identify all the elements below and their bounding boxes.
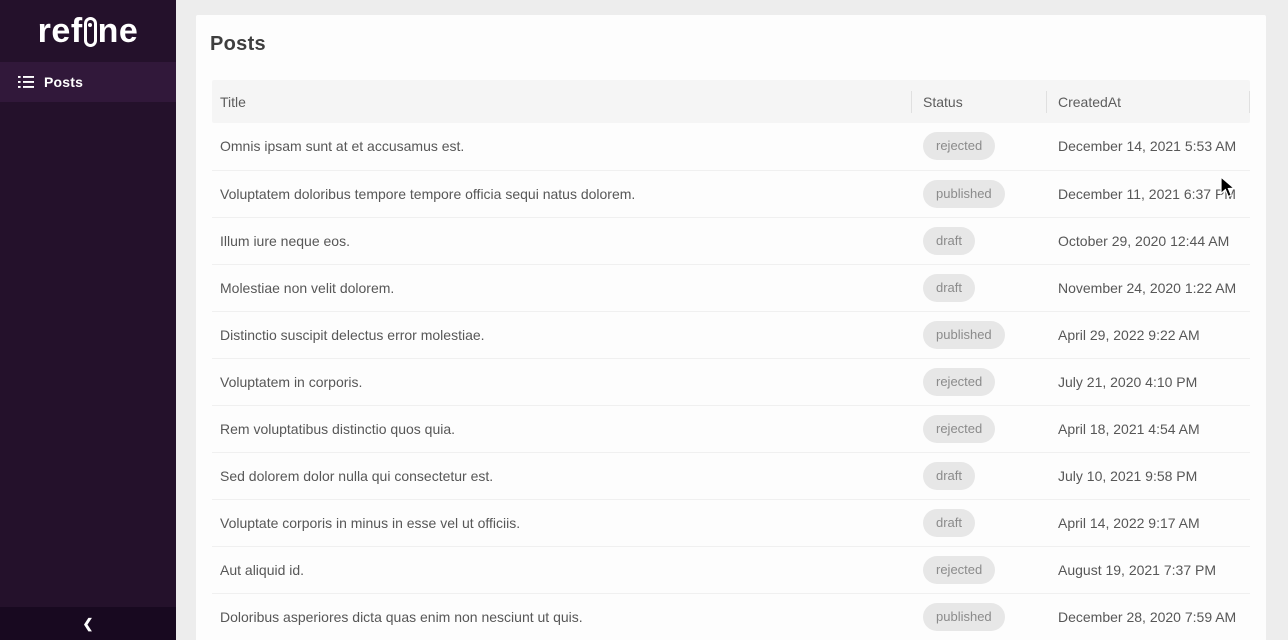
- table-row[interactable]: Voluptatem doloribus tempore tempore off…: [212, 170, 1250, 217]
- table-row[interactable]: Aut aliquid id. rejected August 19, 2021…: [212, 546, 1250, 593]
- sidebar-collapse-button[interactable]: ❮: [0, 607, 176, 640]
- cell-status: rejected: [915, 123, 1050, 170]
- sidebar-item-label: Posts: [44, 74, 83, 90]
- table-row[interactable]: Voluptatem in corporis. rejected July 21…: [212, 358, 1250, 405]
- main-content: Posts Title Status CreatedAt: [176, 0, 1288, 640]
- column-header-title[interactable]: Title: [212, 80, 915, 123]
- cell-createdat: November 24, 2020 1:22 AM: [1050, 264, 1250, 311]
- status-badge: draft: [923, 509, 975, 537]
- table-row[interactable]: Molestiae non velit dolorem. draft Novem…: [212, 264, 1250, 311]
- column-header-createdat[interactable]: CreatedAt: [1050, 80, 1250, 123]
- refine-logo: refne: [38, 14, 139, 48]
- cell-status: draft: [915, 264, 1050, 311]
- status-badge: rejected: [923, 132, 995, 160]
- cell-title: Molestiae non velit dolorem.: [212, 264, 915, 311]
- cell-createdat: July 10, 2021 9:58 PM: [1050, 452, 1250, 499]
- table-header-row: Title Status CreatedAt: [212, 80, 1250, 123]
- chevron-left-icon: ❮: [83, 617, 94, 630]
- cell-title: Voluptatem doloribus tempore tempore off…: [212, 170, 915, 217]
- cell-status: rejected: [915, 546, 1050, 593]
- table-row[interactable]: Doloribus asperiores dicta quas enim non…: [212, 593, 1250, 640]
- sidebar: refne Posts ❮: [0, 0, 176, 640]
- posts-card: Posts Title Status CreatedAt: [196, 15, 1266, 640]
- cell-createdat: October 29, 2020 12:44 AM: [1050, 217, 1250, 264]
- logo-text-left: ref: [38, 14, 83, 48]
- cell-status: rejected: [915, 405, 1050, 452]
- cell-title: Doloribus asperiores dicta quas enim non…: [212, 593, 915, 640]
- table-row[interactable]: Voluptate corporis in minus in esse vel …: [212, 499, 1250, 546]
- unordered-list-icon: [18, 74, 34, 90]
- sidebar-item-posts[interactable]: Posts: [0, 62, 176, 102]
- cell-title: Aut aliquid id.: [212, 546, 915, 593]
- posts-table: Title Status CreatedAt Omnis ipsam sunt …: [212, 80, 1250, 640]
- cell-title: Rem voluptatibus distinctio quos quia.: [212, 405, 915, 452]
- status-badge: draft: [923, 462, 975, 490]
- status-badge: rejected: [923, 368, 995, 396]
- logo-pin-icon: [84, 17, 97, 47]
- status-badge: published: [923, 180, 1005, 208]
- cell-title: Illum iure neque eos.: [212, 217, 915, 264]
- status-badge: draft: [923, 274, 975, 302]
- cell-title: Omnis ipsam sunt at et accusamus est.: [212, 123, 915, 170]
- cell-createdat: December 28, 2020 7:59 AM: [1050, 593, 1250, 640]
- logo-text-right: ne: [98, 14, 139, 48]
- cell-title: Sed dolorem dolor nulla qui consectetur …: [212, 452, 915, 499]
- cell-createdat: April 29, 2022 9:22 AM: [1050, 311, 1250, 358]
- cell-status: published: [915, 311, 1050, 358]
- cell-createdat: December 11, 2021 6:37 PM: [1050, 170, 1250, 217]
- table-row[interactable]: Omnis ipsam sunt at et accusamus est. re…: [212, 123, 1250, 170]
- cell-createdat: April 14, 2022 9:17 AM: [1050, 499, 1250, 546]
- cell-title: Voluptate corporis in minus in esse vel …: [212, 499, 915, 546]
- cell-status: published: [915, 170, 1050, 217]
- status-badge: draft: [923, 227, 975, 255]
- app-logo[interactable]: refne: [0, 0, 176, 62]
- column-header-status[interactable]: Status: [915, 80, 1050, 123]
- cell-createdat: July 21, 2020 4:10 PM: [1050, 358, 1250, 405]
- table-row[interactable]: Distinctio suscipit delectus error moles…: [212, 311, 1250, 358]
- sidebar-menu: Posts: [0, 62, 176, 607]
- cell-title: Distinctio suscipit delectus error moles…: [212, 311, 915, 358]
- status-badge: rejected: [923, 556, 995, 584]
- cell-createdat: April 18, 2021 4:54 AM: [1050, 405, 1250, 452]
- cell-status: draft: [915, 452, 1050, 499]
- status-badge: published: [923, 321, 1005, 349]
- cell-status: published: [915, 593, 1050, 640]
- table-row[interactable]: Sed dolorem dolor nulla qui consectetur …: [212, 452, 1250, 499]
- table-row[interactable]: Illum iure neque eos. draft October 29, …: [212, 217, 1250, 264]
- page-title: Posts: [210, 33, 1250, 56]
- table-body: Omnis ipsam sunt at et accusamus est. re…: [212, 123, 1250, 640]
- cell-status: rejected: [915, 358, 1050, 405]
- cell-title: Voluptatem in corporis.: [212, 358, 915, 405]
- status-badge: rejected: [923, 415, 995, 443]
- status-badge: published: [923, 603, 1005, 631]
- table-row[interactable]: Rem voluptatibus distinctio quos quia. r…: [212, 405, 1250, 452]
- cell-createdat: December 14, 2021 5:53 AM: [1050, 123, 1250, 170]
- cell-createdat: August 19, 2021 7:37 PM: [1050, 546, 1250, 593]
- cell-status: draft: [915, 217, 1050, 264]
- cell-status: draft: [915, 499, 1050, 546]
